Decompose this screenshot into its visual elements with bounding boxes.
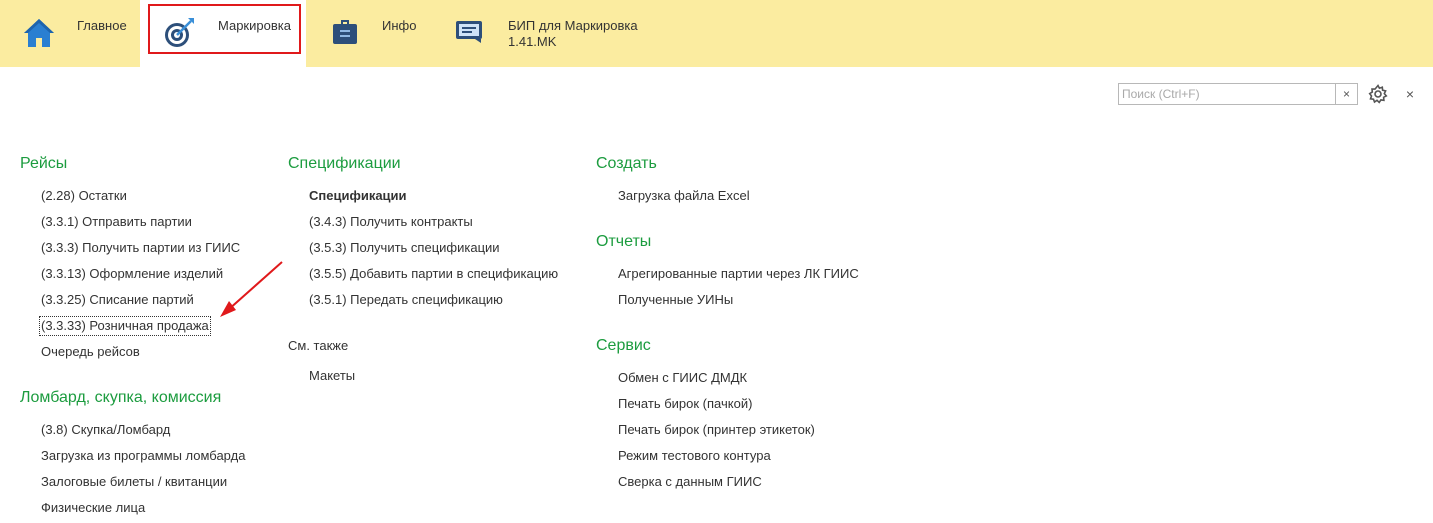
group-title-reisy: Рейсы xyxy=(20,155,68,172)
menu-item[interactable]: Обмен с ГИИС ДМДК xyxy=(618,370,747,386)
group-title-lombard: Ломбард, скупка, комиссия xyxy=(20,389,222,406)
menu-item[interactable]: Агрегированные партии через ЛК ГИИС xyxy=(618,266,859,282)
info-briefcase-icon xyxy=(332,18,358,51)
group-title-service: Сервис xyxy=(596,337,651,354)
menu-item[interactable]: Сверка с данным ГИИС xyxy=(618,474,762,490)
section-main-label: Главное xyxy=(77,18,127,33)
menu-item[interactable]: Залоговые билеты / квитанции xyxy=(41,474,227,490)
menu-item[interactable]: Режим тестового контура xyxy=(618,448,771,464)
home-icon xyxy=(22,16,56,55)
section-bip-label: БИП для Маркировка xyxy=(508,18,638,33)
section-marking-label: Маркировка xyxy=(218,18,291,33)
menu-item[interactable]: Полученные УИНы xyxy=(618,292,733,308)
section-info[interactable]: Инфо xyxy=(320,0,440,67)
annotation-arrow xyxy=(220,261,283,317)
section-info-label: Инфо xyxy=(382,18,417,33)
section-bip-version: 1.41.MK xyxy=(508,34,557,49)
menu-item[interactable]: (3.3.25) Списание партий xyxy=(41,292,194,308)
menu-item[interactable]: (3.5.1) Передать спецификацию xyxy=(309,292,503,308)
menu-item[interactable]: Загрузка файла Excel xyxy=(618,188,750,204)
section-bip[interactable]: БИП для Маркировка 1.41.MK xyxy=(440,0,680,67)
menu-item[interactable]: Очередь рейсов xyxy=(41,344,140,360)
menu-item[interactable]: (3.4.3) Получить контракты xyxy=(309,214,473,230)
menu-item[interactable]: (3.3.1) Отправить партии xyxy=(41,214,192,230)
menu-item[interactable]: (3.3.13) Оформление изделий xyxy=(41,266,223,282)
gear-icon[interactable] xyxy=(1368,84,1388,104)
menu-item[interactable]: Спецификации xyxy=(309,188,407,204)
chat-window-icon xyxy=(455,20,485,49)
menu-item[interactable]: Печать бирок (принтер этикеток) xyxy=(618,422,815,438)
menu-item[interactable]: (3.5.3) Получить спецификации xyxy=(309,240,500,256)
menu-item[interactable]: Печать бирок (пачкой) xyxy=(618,396,752,412)
section-marking[interactable]: Маркировка xyxy=(140,0,306,67)
menu-item-retail-sale[interactable]: (3.3.33) Розничная продажа xyxy=(39,316,211,336)
group-title-specs: Спецификации xyxy=(288,155,401,172)
menu-item[interactable]: (3.3.3) Получить партии из ГИИС xyxy=(41,240,240,256)
search-clear-button[interactable]: × xyxy=(1336,83,1358,105)
group-title-create: Создать xyxy=(596,155,657,172)
search-input[interactable] xyxy=(1118,83,1336,105)
see-also-title: См. также xyxy=(288,338,349,353)
group-title-reports: Отчеты xyxy=(596,233,652,250)
menu-item[interactable]: Загрузка из программы ломбарда xyxy=(41,448,245,464)
section-main[interactable]: Главное xyxy=(0,0,140,67)
target-icon xyxy=(162,16,196,55)
menu-item[interactable]: (3.5.5) Добавить партии в спецификацию xyxy=(309,266,558,282)
close-button[interactable]: × xyxy=(1402,84,1418,104)
sections-panel: Главное Маркировка Инфо БИП для Маркиров… xyxy=(0,0,1433,67)
menu-item[interactable]: Физические лица xyxy=(41,500,145,516)
menu-item[interactable]: (3.8) Скупка/Ломбард xyxy=(41,422,170,438)
menu-item[interactable]: (2.28) Остатки xyxy=(41,188,127,204)
menu-item[interactable]: Макеты xyxy=(309,368,355,384)
